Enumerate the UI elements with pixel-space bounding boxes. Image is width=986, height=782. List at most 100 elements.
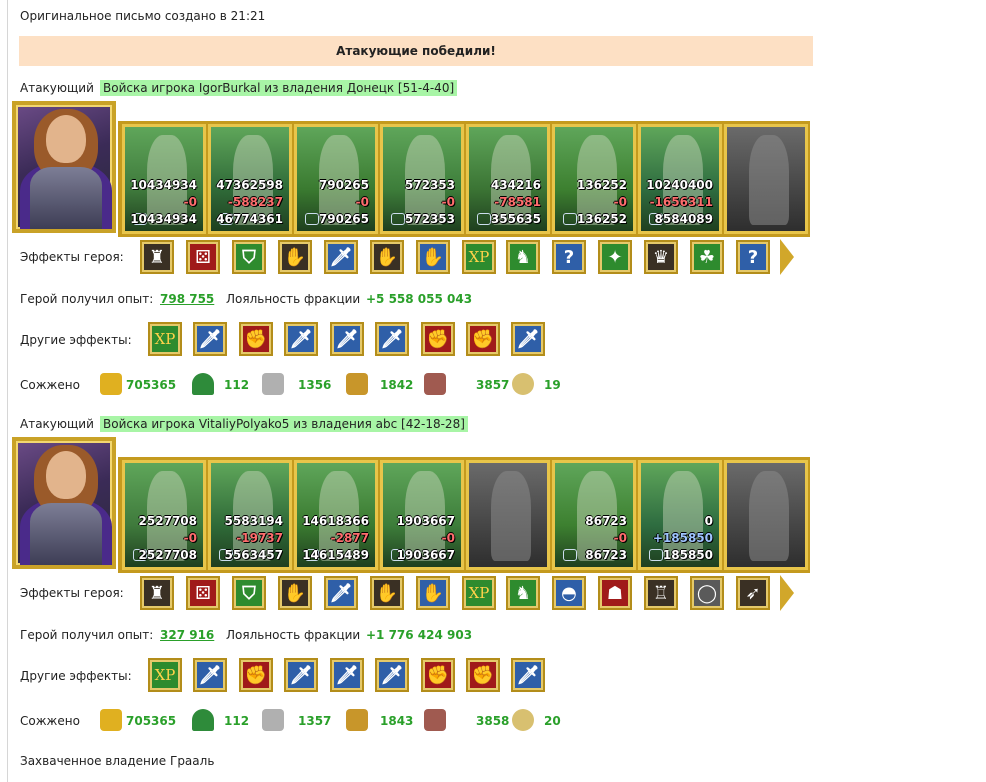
unit-card[interactable]: 2527708 -0 2527708: [122, 460, 206, 570]
unit-card[interactable]: [466, 460, 550, 570]
elf-xp-icon[interactable]: ♞: [506, 240, 540, 274]
unit-card[interactable]: 14618366 -2877 14615489: [294, 460, 378, 570]
sword-icon[interactable]: 🗡: [324, 240, 358, 274]
shield-icon[interactable]: ⛉: [232, 240, 266, 274]
dice-icon[interactable]: ⚄: [186, 240, 220, 274]
handshake-icon[interactable]: ✋: [370, 240, 404, 274]
sword-icon[interactable]: 🗡: [511, 322, 545, 356]
armor-icon[interactable]: ♖: [644, 576, 678, 610]
unit-card[interactable]: 10434934 -0 10434934: [122, 124, 206, 234]
scroll-right-arrow-icon[interactable]: [780, 575, 794, 611]
sword-icon[interactable]: 🗡: [284, 322, 318, 356]
handshake-icon[interactable]: ✋: [278, 576, 312, 610]
amulet-icon[interactable]: ✦: [598, 240, 632, 274]
mask-icon[interactable]: ☗: [598, 576, 632, 610]
sword-icon[interactable]: 🗡: [375, 658, 409, 692]
sword-icon[interactable]: 🗡: [193, 658, 227, 692]
sword-icon[interactable]: 🗡: [324, 576, 358, 610]
army-title[interactable]: Войска игрока IgorBurkal из владения Дон…: [100, 80, 458, 96]
unit-card[interactable]: 5583194 -19737 5563457: [208, 460, 292, 570]
xp-icon[interactable]: XP: [148, 658, 182, 692]
unit-card[interactable]: 47362598 -588237 46774361: [208, 124, 292, 234]
sword-icon[interactable]: 🗡: [330, 658, 364, 692]
ring-icon[interactable]: ◯: [690, 576, 724, 610]
unit-end-count: 136252: [576, 212, 627, 226]
unit-change-count: -78581: [494, 195, 541, 209]
hero-face: [46, 115, 86, 163]
xp-icon[interactable]: XP: [462, 576, 496, 610]
unit-end-count: 1903667: [396, 548, 455, 562]
fist-sword-icon[interactable]: ✊: [421, 322, 455, 356]
handshake-icon[interactable]: ✋: [370, 576, 404, 610]
unit-card[interactable]: 136252 -0 136252: [552, 124, 636, 234]
scroll-right-arrow-icon[interactable]: [780, 239, 794, 275]
ore-icon: [262, 373, 284, 395]
sword-icon[interactable]: 🗡: [330, 322, 364, 356]
created-text: Оригинальное письмо создано в 21:21: [20, 9, 266, 23]
xp-text: XP: [154, 330, 176, 348]
elf-xp-icon[interactable]: ♞: [506, 576, 540, 610]
castle-icon[interactable]: ♜: [140, 576, 174, 610]
unit-lock-icon: [305, 213, 319, 225]
hand-icon[interactable]: ✋: [416, 240, 450, 274]
castle-icon[interactable]: ♜: [140, 240, 174, 274]
unit-start-count: 2527708: [138, 514, 197, 528]
unit-card[interactable]: 434216 -78581 355635: [466, 124, 550, 234]
unit-card[interactable]: 10240400 -1656311 8584089: [638, 124, 722, 234]
dice-icon[interactable]: ⚄: [186, 576, 220, 610]
unit-end-count: 86723: [585, 548, 627, 562]
sword-icon[interactable]: 🗡: [193, 322, 227, 356]
shield-icon[interactable]: ⛉: [232, 576, 266, 610]
unit-counts: 5583194 -19737 5563457: [225, 513, 283, 564]
hero-armor: [30, 167, 102, 229]
burned-value: 1843: [380, 714, 414, 728]
question-icon[interactable]: ?: [736, 240, 770, 274]
unit-counts: 136252 -0 136252: [577, 177, 627, 228]
unit-change-count: -0: [613, 531, 627, 545]
unit-end-count: 355635: [490, 212, 541, 226]
unit-card[interactable]: 0 +185850 185850: [638, 460, 722, 570]
helm-icon[interactable]: ◓: [552, 576, 586, 610]
unit-card[interactable]: 86723 -0 86723: [552, 460, 636, 570]
fist-sword-icon[interactable]: ✊: [466, 322, 500, 356]
hero-exp-value[interactable]: 327 916: [160, 628, 214, 642]
xp-icon[interactable]: XP: [462, 240, 496, 274]
unit-change-count: +185850: [652, 531, 713, 545]
xp-icon[interactable]: XP: [148, 322, 182, 356]
unit-counts: 47362598 -588237 46774361: [216, 177, 283, 228]
unit-figure: [749, 135, 789, 225]
unit-card[interactable]: 790265 -0 790265: [294, 124, 378, 234]
question-icon[interactable]: ?: [552, 240, 586, 274]
unit-card[interactable]: 572353 -0 572353: [380, 124, 464, 234]
hand-icon[interactable]: ✋: [416, 576, 450, 610]
unit-counts: 10434934 -0 10434934: [130, 177, 197, 228]
elf-icon[interactable]: ☘: [690, 240, 724, 274]
gold-icon: [100, 373, 122, 395]
unit-card[interactable]: 1903667 -0 1903667: [380, 460, 464, 570]
fist-sword-icon[interactable]: ✊: [239, 658, 273, 692]
xp-text: XP: [154, 666, 176, 684]
handshake-icon[interactable]: ✋: [278, 240, 312, 274]
army-title[interactable]: Войска игрока VitaliyPolyako5 из владени…: [100, 416, 468, 432]
unit-end-count: 10434934: [130, 212, 197, 226]
hero-portrait[interactable]: [12, 437, 116, 569]
hero-effects-label: Эффекты героя:: [20, 586, 124, 600]
sword-icon[interactable]: 🗡: [511, 658, 545, 692]
sword-icon[interactable]: 🗡: [375, 322, 409, 356]
helmet-icon[interactable]: ♛: [644, 240, 678, 274]
burned-value: 3857: [476, 378, 510, 392]
unit-card[interactable]: [724, 124, 808, 234]
fist-sword-icon[interactable]: ✊: [466, 658, 500, 692]
unit-start-count: 572353: [404, 178, 455, 192]
sword-icon[interactable]: 🗡: [284, 658, 318, 692]
hero-face: [46, 451, 86, 499]
unit-lock-icon: [391, 213, 405, 225]
hero-portrait[interactable]: [12, 101, 116, 233]
fist-sword-icon[interactable]: ✊: [421, 658, 455, 692]
unit-end-count: 46774361: [216, 212, 283, 226]
fist-sword-icon[interactable]: ✊: [239, 322, 273, 356]
unit-card[interactable]: [724, 460, 808, 570]
hero-exp-value[interactable]: 798 755: [160, 292, 214, 306]
bow-icon[interactable]: ➶: [736, 576, 770, 610]
grain-icon: [346, 709, 368, 731]
